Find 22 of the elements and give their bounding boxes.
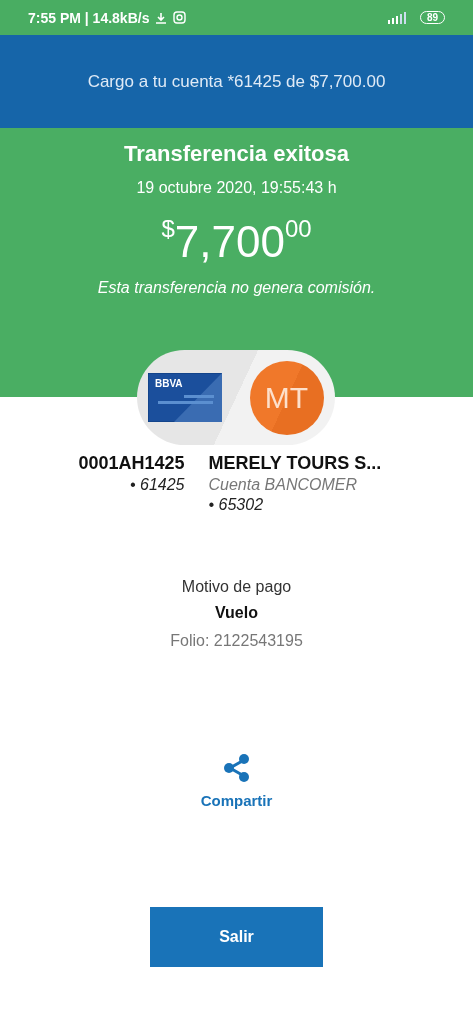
exit-button[interactable]: Salir — [150, 907, 323, 967]
signal-icon — [385, 11, 408, 24]
recipient-account-number: • 65302 — [208, 496, 265, 514]
bank-card-icon: BBVA — [147, 373, 222, 422]
recipient-bank: Cuenta BANCOMER — [208, 476, 358, 494]
commission-note: Esta transferencia no genera comisión. — [97, 279, 376, 297]
transfer-amount: $^{$}$7,700$^{00}$ — [161, 217, 312, 267]
share-button[interactable]: Compartir — [200, 754, 273, 809]
header-title: Cargo a tu cuenta *61425 de $7,700.00 — [87, 71, 386, 92]
transfer-date: 19 octubre 2020, 19:55:43 h — [136, 179, 337, 197]
origin-account-number: • 61425 — [129, 476, 185, 494]
share-icon — [223, 754, 250, 782]
folio-number: Folio: 2122543195 — [170, 632, 303, 650]
status-time: 7:55 PM | 14.8kB/s — [28, 9, 150, 26]
success-title: Transferencia exitosa — [124, 141, 349, 167]
origin-account-name: 0001AH1425 — [78, 453, 185, 474]
payment-reason-label: Motivo de pago — [181, 578, 292, 596]
camera-icon — [173, 11, 187, 24]
recipient-name: MERELY TOURS S... — [208, 453, 383, 474]
initials-avatar: MT — [249, 360, 324, 435]
payment-reason: Vuelo — [215, 604, 258, 622]
download-icon — [155, 11, 168, 24]
